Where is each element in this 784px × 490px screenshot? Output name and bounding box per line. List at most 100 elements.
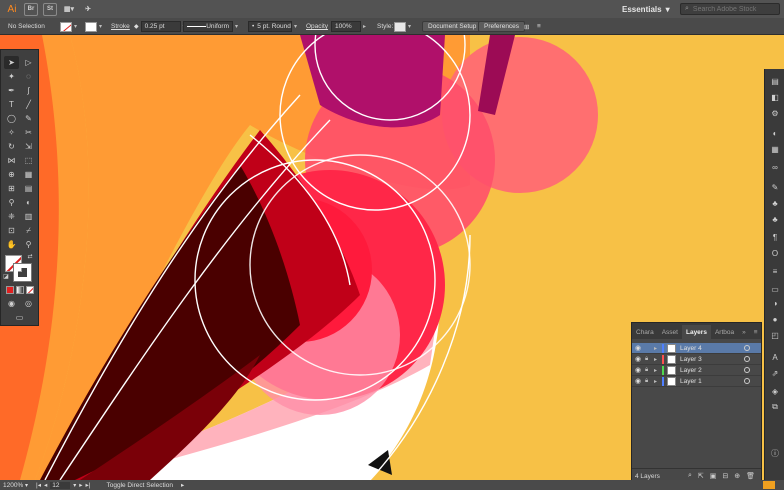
hand-tool-icon[interactable]: ✋ <box>4 238 19 251</box>
color-panel-icon[interactable]: ◐ <box>768 127 782 139</box>
document-setup-button[interactable]: Document Setup <box>422 21 483 32</box>
panel-menu-icon[interactable]: ≡ <box>750 325 762 339</box>
appearance-circle-icon[interactable]: ● <box>768 313 782 325</box>
chevron-down-icon[interactable]: ▾ <box>25 482 28 489</box>
symbols-panel-icon[interactable]: ✎ <box>768 181 782 193</box>
layers-panel-icon[interactable]: ◈ <box>768 385 782 397</box>
delete-icon[interactable]: 🗑︎ <box>746 472 755 480</box>
stroke-panel-icon[interactable]: ≡ <box>768 265 782 277</box>
scissors-tool-icon[interactable]: ✂ <box>21 126 36 139</box>
tab-asset-export[interactable]: Asset <box>658 325 682 339</box>
target-circle-icon[interactable] <box>744 378 750 384</box>
gradient-tool-icon[interactable]: ▤ <box>21 182 36 195</box>
links-panel-icon[interactable]: ⚙ <box>768 107 782 119</box>
style-swatch[interactable] <box>394 21 406 32</box>
draw-mode-icon[interactable]: ◉ <box>4 297 19 310</box>
artboards-panel-icon[interactable]: ⧉ <box>768 401 782 413</box>
selection-tool-icon[interactable]: ➤ <box>4 56 19 69</box>
opacity-label[interactable]: Opacity <box>306 21 328 32</box>
stock-search-box[interactable]: ⌕ <box>680 3 780 15</box>
align-icon[interactable]: ⊞ <box>524 21 529 32</box>
visibility-eye-icon[interactable]: ◉ <box>635 344 645 352</box>
gradient-mode-icon[interactable] <box>16 286 24 294</box>
stroke-swatch[interactable] <box>85 21 97 32</box>
color-mode-icon[interactable] <box>6 286 14 294</box>
expand-triangle-icon[interactable]: ▸ <box>654 345 662 352</box>
opacity-control[interactable]: 100% ▸ <box>331 21 366 32</box>
layer-name[interactable]: Layer 2 <box>680 367 702 374</box>
first-artboard-icon[interactable]: |◂ <box>36 481 41 489</box>
stroke-weight-field[interactable]: 0.25 pt <box>140 21 181 32</box>
expand-triangle-icon[interactable]: ▸ <box>654 378 662 385</box>
expand-triangle-icon[interactable]: ▸ <box>654 356 662 363</box>
visibility-eye-icon[interactable]: ◉ <box>635 355 645 363</box>
zoom-tool-icon[interactable]: ⚲ <box>21 238 36 251</box>
graphic-styles-panel-icon[interactable]: ♣ <box>768 197 782 209</box>
libraries-panel-icon[interactable]: ◧ <box>768 91 782 103</box>
appearance-panel-icon[interactable]: ♣ <box>768 213 782 225</box>
scale-tool-icon[interactable]: ⇲ <box>21 140 36 153</box>
tab-artboards[interactable]: Artboa <box>711 325 738 339</box>
stepper-icon[interactable]: ◆ <box>134 23 139 30</box>
next-artboard-icon[interactable]: ▸ <box>79 481 82 489</box>
perspective-grid-tool-icon[interactable]: ▦ <box>21 168 36 181</box>
default-fill-stroke-icon[interactable]: ◪ <box>1 272 11 280</box>
line-tool-icon[interactable]: ╱ <box>21 98 36 111</box>
pen-tool-icon[interactable]: ✒ <box>4 84 19 97</box>
chevron-down-icon[interactable]: ▾ <box>73 482 76 489</box>
direct-selection-tool-icon[interactable]: ▷ <box>21 56 36 69</box>
lock-icon[interactable]: 🔒︎ <box>645 378 654 385</box>
slice-tool-icon[interactable]: ⌿ <box>21 224 36 237</box>
artboard-number-field[interactable]: 12 <box>50 481 71 489</box>
gpu-performance-icon[interactable]: ✈ <box>81 3 95 16</box>
info-panel-icon[interactable]: ⓘ <box>768 447 782 459</box>
arrange-documents-icon[interactable]: ▦▾ <box>62 3 76 16</box>
mesh-tool-icon[interactable]: ⊞ <box>4 182 19 195</box>
panel-menu-icon[interactable]: ≡ <box>537 21 541 32</box>
locate-object-icon[interactable]: ⌕ <box>688 472 692 480</box>
character-panel-icon[interactable]: A <box>768 351 782 363</box>
new-layer-icon[interactable]: ⊕ <box>734 472 740 480</box>
expand-triangle-icon[interactable]: ▸ <box>654 367 662 374</box>
image-trace-icon[interactable]: ◰ <box>768 329 782 341</box>
stroke-weight-control[interactable]: ◆ 0.25 pt ▾ <box>134 21 186 32</box>
blend-tool-icon[interactable]: ◐ <box>21 196 36 209</box>
fill-control[interactable]: ▾ <box>60 21 77 32</box>
lock-icon[interactable]: 🔒︎ <box>645 356 654 363</box>
layer-name[interactable]: Layer 4 <box>680 345 702 352</box>
stroke-swatch-large[interactable] <box>13 263 32 282</box>
type-tool-icon[interactable]: T <box>4 98 19 111</box>
visibility-eye-icon[interactable]: ◉ <box>635 377 645 385</box>
layer-name[interactable]: Layer 3 <box>680 356 702 363</box>
bridge-button[interactable]: Br <box>24 2 38 16</box>
stock-button[interactable]: St <box>43 2 57 16</box>
new-sublayer-icon[interactable]: ⊟ <box>722 472 728 480</box>
workspace-switcher[interactable]: Essentials ▾ <box>622 3 670 15</box>
opacity-field[interactable]: 100% <box>331 21 361 32</box>
visibility-eye-icon[interactable]: ◉ <box>635 366 645 374</box>
transparency-panel-icon[interactable]: ◑ <box>768 297 782 309</box>
curvature-tool-icon[interactable]: ∫ <box>21 84 36 97</box>
brush-definition[interactable]: • 5 pt. Round ▾ <box>248 21 297 32</box>
symbol-sprayer-tool-icon[interactable]: ❈ <box>4 210 19 223</box>
none-mode-icon[interactable] <box>26 286 34 294</box>
previous-artboard-icon[interactable]: ◂ <box>44 481 47 489</box>
swatches-panel-icon[interactable]: ▦ <box>768 143 782 155</box>
export-icon[interactable]: ⇱ <box>698 472 704 480</box>
free-transform-tool-icon[interactable]: ⬚ <box>21 154 36 167</box>
gradient-panel-icon[interactable]: ▭ <box>768 283 782 295</box>
magic-wand-tool-icon[interactable]: ✦ <box>4 70 19 83</box>
layer-name[interactable]: Layer 1 <box>680 378 702 385</box>
ellipse-tool-icon[interactable]: ◯ <box>4 112 19 125</box>
horizontal-scrollbar[interactable] <box>763 481 775 489</box>
eyedropper-tool-icon[interactable]: ⚲ <box>4 196 19 209</box>
target-circle-icon[interactable] <box>744 367 750 373</box>
lasso-tool-icon[interactable]: ◌ <box>21 70 36 83</box>
tab-layers[interactable]: Layers <box>681 325 711 339</box>
stroke-color-control[interactable]: ▾ <box>85 21 102 32</box>
draw-behind-icon[interactable]: ◎ <box>21 297 36 310</box>
collapse-panels-icon[interactable]: » <box>738 325 750 339</box>
target-circle-icon[interactable] <box>744 345 750 351</box>
style-control[interactable]: ▾ <box>394 21 411 32</box>
export-panel-icon[interactable]: ⇗ <box>768 367 782 379</box>
